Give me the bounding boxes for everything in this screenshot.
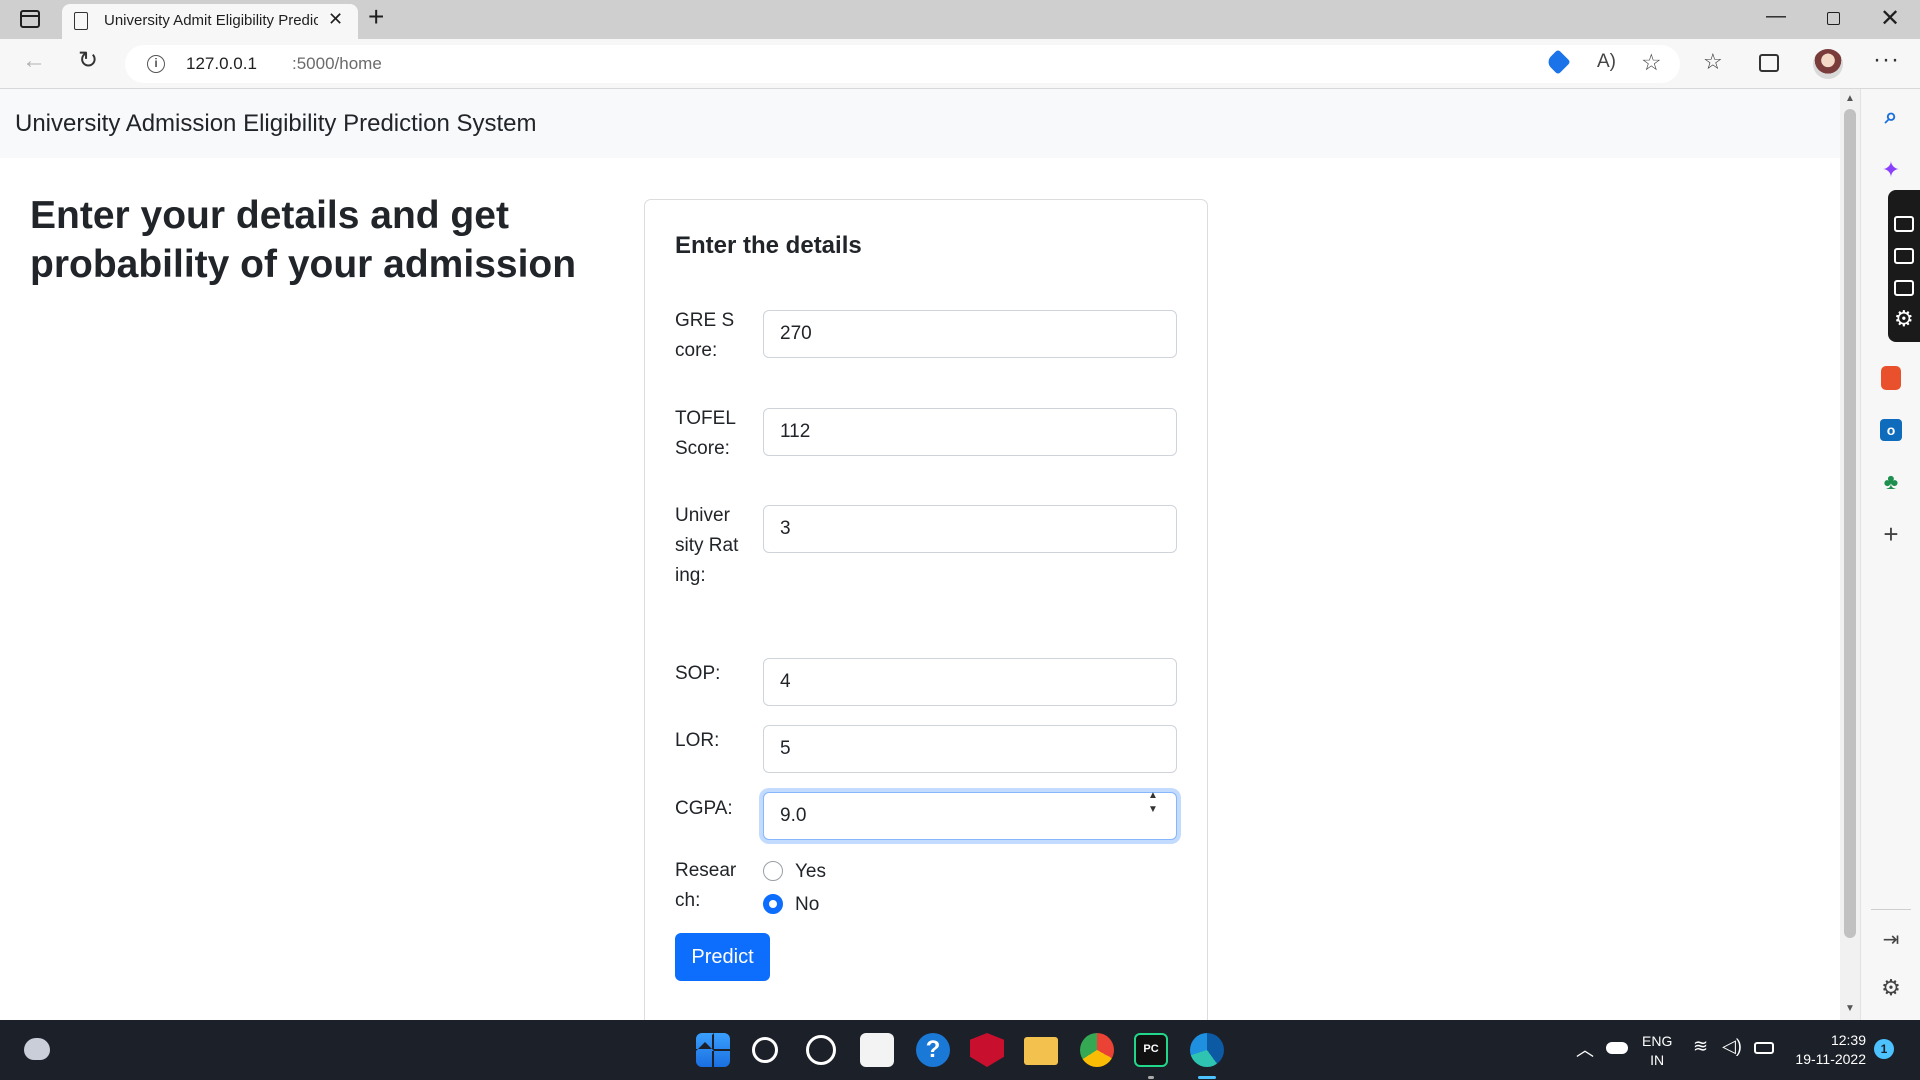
info-icon[interactable]: i — [147, 55, 165, 73]
sidebar-divider — [1871, 909, 1911, 910]
taskbar: ? PC ︿ ENG IN ≋ ◁) 12:39 19-11-2022 1 — [0, 1020, 1920, 1080]
wifi-icon[interactable]: ≋ — [1693, 1036, 1708, 1057]
battery-icon[interactable] — [1754, 1042, 1774, 1054]
cgpa-label: CGPA: — [675, 798, 733, 819]
add-favorite-icon[interactable]: ☆ — [1641, 49, 1662, 76]
favorites-icon[interactable]: ☆ — [1703, 49, 1723, 75]
taskbar-search-icon[interactable] — [752, 1037, 778, 1063]
more-icon[interactable]: ··· — [1873, 46, 1900, 74]
clock-time: 12:39 — [1830, 1032, 1866, 1048]
research-yes-label: Yes — [795, 861, 826, 882]
onedrive-icon[interactable] — [1606, 1042, 1628, 1054]
predict-button[interactable]: Predict — [675, 933, 770, 981]
price-tag-icon[interactable] — [1545, 49, 1571, 75]
file-explorer-icon[interactable] — [1024, 1037, 1058, 1065]
back-icon[interactable]: ← — [22, 47, 46, 75]
browser-tab[interactable]: University Admit Eligibility Predic ✕ — [62, 4, 358, 39]
copilot-icon[interactable]: ✦ — [1878, 157, 1904, 183]
weather-icon[interactable] — [24, 1038, 50, 1060]
navbar: University Admission Eligibility Predict… — [0, 89, 1840, 158]
store-icon[interactable] — [860, 1033, 894, 1067]
scroll-down-icon[interactable]: ▼ — [1845, 1003, 1855, 1014]
capture-gear-icon[interactable]: ⚙ — [1894, 306, 1914, 332]
volume-icon[interactable]: ◁) — [1722, 1036, 1742, 1057]
widgets-icon[interactable] — [806, 1035, 836, 1065]
mcafee-icon[interactable] — [970, 1033, 1004, 1067]
running-indicator — [1148, 1076, 1154, 1079]
university-rating-label: University Rating: — [675, 505, 739, 586]
url-field[interactable]: i 127.0.0.1 :5000/home A) ☆ — [125, 45, 1680, 83]
lang-line2: IN — [1650, 1052, 1665, 1068]
url-path: :5000/home — [292, 54, 382, 73]
active-indicator — [1198, 1076, 1216, 1079]
maximize-icon[interactable] — [1827, 12, 1840, 25]
add-icon[interactable]: + — [1878, 521, 1904, 547]
page-scrollbar[interactable]: ▲ ▼ — [1840, 89, 1860, 1020]
clock[interactable]: 12:39 19-11-2022 — [1790, 1031, 1866, 1069]
notification-badge[interactable]: 1 — [1874, 1039, 1894, 1059]
new-tab-icon[interactable]: + — [368, 1, 384, 33]
university-rating-input[interactable] — [763, 505, 1177, 553]
tray-chevron-icon[interactable]: ︿ — [1576, 1036, 1594, 1062]
lor-label: LOR: — [675, 730, 720, 751]
avatar[interactable] — [1813, 49, 1843, 79]
minimize-icon[interactable]: — — [1766, 5, 1786, 28]
scroll-up-icon[interactable]: ▲ — [1845, 93, 1855, 104]
research-no-label: No — [795, 894, 820, 915]
language-indicator[interactable]: ENG IN — [1642, 1032, 1672, 1070]
details-form-card: Enter the details GRE Score: TOFEL Score… — [644, 199, 1208, 1020]
clock-date: 19-11-2022 — [1795, 1051, 1866, 1067]
tab-actions-icon[interactable] — [20, 10, 40, 28]
start-icon[interactable] — [696, 1033, 730, 1067]
page-icon — [74, 12, 88, 30]
capture-toolbar: ⚙ — [1888, 190, 1920, 342]
tofel-label: TOFEL Score: — [675, 408, 736, 459]
edge-icon[interactable] — [1190, 1033, 1224, 1067]
window-icon[interactable] — [1894, 280, 1914, 296]
search-icon[interactable]: ⌕ — [1878, 103, 1904, 129]
collections-icon[interactable] — [1759, 54, 1779, 72]
chrome-icon[interactable] — [1080, 1033, 1114, 1067]
lang-line1: ENG — [1642, 1033, 1673, 1049]
cgpa-stepper[interactable]: ▲ ▼ — [1144, 789, 1162, 819]
tree-icon[interactable]: ♣ — [1878, 469, 1904, 495]
video-icon[interactable] — [1894, 248, 1914, 264]
close-icon[interactable]: ✕ — [328, 9, 343, 30]
pycharm-icon[interactable]: PC — [1134, 1033, 1168, 1067]
outlook-icon[interactable]: o — [1880, 419, 1902, 441]
cgpa-input[interactable] — [763, 792, 1177, 840]
page-heading: Enter your details and get probability o… — [30, 194, 577, 286]
gre-label: GRE Score: — [675, 310, 735, 361]
scroll-thumb[interactable] — [1844, 109, 1856, 938]
research-yes-radio[interactable] — [763, 861, 783, 881]
sop-input[interactable] — [763, 658, 1177, 706]
gear-icon[interactable]: ⚙ — [1878, 975, 1904, 1001]
brand-link[interactable]: University Admission Eligibility Predict… — [15, 110, 537, 138]
page-viewport: University Admission Eligibility Predict… — [0, 89, 1840, 1020]
reload-icon[interactable]: ↻ — [78, 46, 98, 75]
panel-icon[interactable]: ⇥ — [1878, 927, 1904, 953]
address-bar: ← ↻ i 127.0.0.1 :5000/home A) ☆ ☆ ··· — [0, 39, 1920, 89]
card-title: Enter the details — [675, 232, 862, 259]
gre-score-input[interactable] — [763, 310, 1177, 358]
url-host: 127.0.0.1 — [186, 54, 257, 73]
window-close-icon[interactable]: ✕ — [1880, 4, 1900, 33]
research-no-radio[interactable] — [763, 894, 783, 914]
lor-input[interactable] — [763, 725, 1177, 773]
browser-tab-bar: University Admit Eligibility Predic ✕ + … — [0, 0, 1920, 39]
camera-icon[interactable] — [1894, 216, 1914, 232]
office-icon[interactable] — [1881, 366, 1901, 390]
tab-title: University Admit Eligibility Predic — [104, 12, 318, 29]
read-aloud-icon[interactable]: A) — [1597, 51, 1616, 73]
help-icon[interactable]: ? — [916, 1033, 950, 1067]
tofel-score-input[interactable] — [763, 408, 1177, 456]
sop-label: SOP: — [675, 663, 721, 684]
research-label: Research: — [675, 860, 737, 911]
